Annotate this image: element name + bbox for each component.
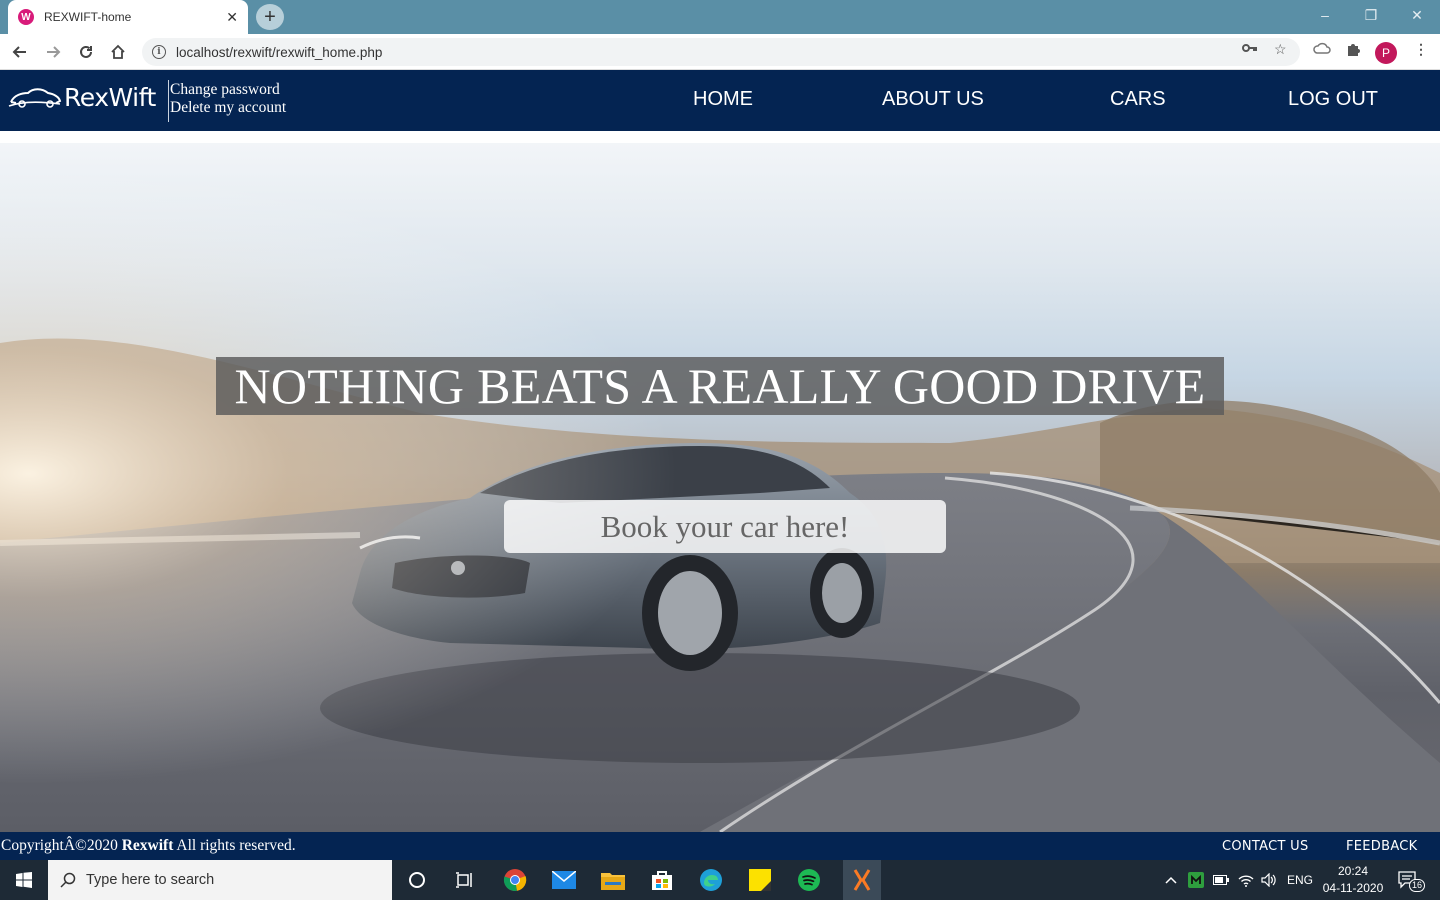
browser-tab[interactable]: W REXWIFT-home ✕: [8, 0, 248, 34]
address-bar[interactable]: i localhost/rexwift/rexwift_home.php: [142, 38, 1300, 66]
taskbar-clock[interactable]: 20:24 04-11-2020: [1322, 863, 1384, 897]
book-car-button-label: Book your car here!: [600, 508, 850, 544]
account-links: Change password Delete my account: [170, 81, 286, 117]
search-icon: [60, 872, 76, 888]
change-password-link[interactable]: Change password: [170, 81, 286, 99]
hero-banner: NOTHING BEATS A REALLY GOOD DRIVE Book y…: [0, 143, 1440, 832]
brand-name: RexWift: [64, 82, 156, 112]
home-icon[interactable]: [106, 40, 130, 64]
copyright-text: CopyrightÂ©2020 Rexwift All rights reser…: [1, 837, 296, 855]
language-indicator[interactable]: ENG: [1287, 860, 1313, 900]
file-explorer-icon[interactable]: [598, 865, 628, 895]
hero-headline: NOTHING BEATS A REALLY GOOD DRIVE: [216, 357, 1224, 415]
spotify-icon[interactable]: [794, 865, 824, 895]
reload-icon[interactable]: [74, 40, 98, 64]
extensions-puzzle-icon[interactable]: [1346, 41, 1362, 60]
site-footer: CopyrightÂ©2020 Rexwift All rights reser…: [0, 832, 1440, 860]
notification-count-badge: 16: [1409, 879, 1426, 892]
delete-account-link[interactable]: Delete my account: [170, 99, 286, 117]
tray-app-green-icon[interactable]: [1188, 860, 1204, 900]
contact-us-link[interactable]: CONTACT US: [1222, 839, 1309, 854]
nav-home-link[interactable]: HOME: [693, 88, 753, 111]
copyright-brand: Rexwift: [121, 837, 174, 854]
windows-taskbar: Type here to search ENG 20:24 04-11-2020…: [0, 860, 1440, 900]
clock-date: 04-11-2020: [1322, 881, 1384, 895]
browser-tab-strip: W REXWIFT-home ✕ + – ❐ ✕: [0, 0, 1440, 34]
xampp-icon[interactable]: [843, 860, 881, 900]
chrome-icon[interactable]: [500, 865, 530, 895]
key-icon[interactable]: [1242, 41, 1258, 58]
windows-start-icon[interactable]: [0, 860, 48, 900]
mail-icon[interactable]: [549, 865, 579, 895]
nav-about-us-link[interactable]: ABOUT US: [882, 88, 984, 111]
restore-button[interactable]: ❐: [1348, 0, 1394, 30]
hero-headline-text: NOTHING BEATS A REALLY GOOD DRIVE: [234, 358, 1206, 414]
back-arrow-icon[interactable]: [8, 40, 32, 64]
nav-cars-link[interactable]: CARS: [1110, 88, 1166, 111]
hero-car-road-image: [0, 143, 1440, 832]
browser-toolbar: i localhost/rexwift/rexwift_home.php ☆ P…: [0, 34, 1440, 70]
task-view-icon[interactable]: [449, 865, 479, 895]
copyright-prefix: CopyrightÂ©2020: [1, 837, 122, 854]
forward-arrow-icon[interactable]: [41, 40, 65, 64]
store-bag-icon[interactable]: [647, 865, 677, 895]
tray-overflow-chevron-icon[interactable]: [1165, 860, 1177, 900]
header-divider: [168, 80, 169, 122]
site-info-icon[interactable]: i: [152, 45, 166, 59]
battery-icon[interactable]: [1213, 860, 1229, 900]
taskbar-search-box[interactable]: Type here to search: [48, 860, 392, 900]
nav-log-out-link[interactable]: LOG OUT: [1288, 88, 1378, 111]
search-placeholder: Type here to search: [86, 872, 215, 888]
wifi-icon[interactable]: [1238, 860, 1254, 900]
car-logo-icon: [8, 88, 62, 108]
copyright-suffix: All rights reserved.: [173, 837, 296, 854]
new-tab-button[interactable]: +: [256, 4, 284, 30]
bookmark-star-icon[interactable]: ☆: [1274, 41, 1287, 58]
volume-icon[interactable]: [1261, 860, 1277, 900]
extension-cloud-icon[interactable]: [1313, 41, 1331, 58]
tab-close-icon[interactable]: ✕: [226, 9, 238, 26]
feedback-link[interactable]: FEEDBACK: [1346, 839, 1418, 854]
profile-avatar[interactable]: P: [1375, 42, 1397, 64]
browser-menu-icon[interactable]: ⋮: [1414, 41, 1428, 58]
sticky-notes-icon[interactable]: [745, 865, 775, 895]
clock-time: 20:24: [1337, 864, 1369, 878]
cortana-circle-icon[interactable]: [402, 865, 432, 895]
close-window-button[interactable]: ✕: [1394, 0, 1440, 30]
tab-title: REXWIFT-home: [44, 10, 132, 24]
action-center-icon[interactable]: 16: [1398, 860, 1426, 900]
book-car-button[interactable]: Book your car here!: [504, 500, 946, 553]
header-gap: [0, 131, 1440, 143]
edge-icon[interactable]: [696, 865, 726, 895]
site-header: RexWift Change password Delete my accoun…: [0, 70, 1440, 131]
minimize-button[interactable]: –: [1302, 0, 1348, 30]
url-text[interactable]: localhost/rexwift/rexwift_home.php: [176, 45, 382, 60]
brand-logo[interactable]: RexWift: [8, 82, 156, 112]
site-favicon-icon: W: [18, 9, 34, 25]
